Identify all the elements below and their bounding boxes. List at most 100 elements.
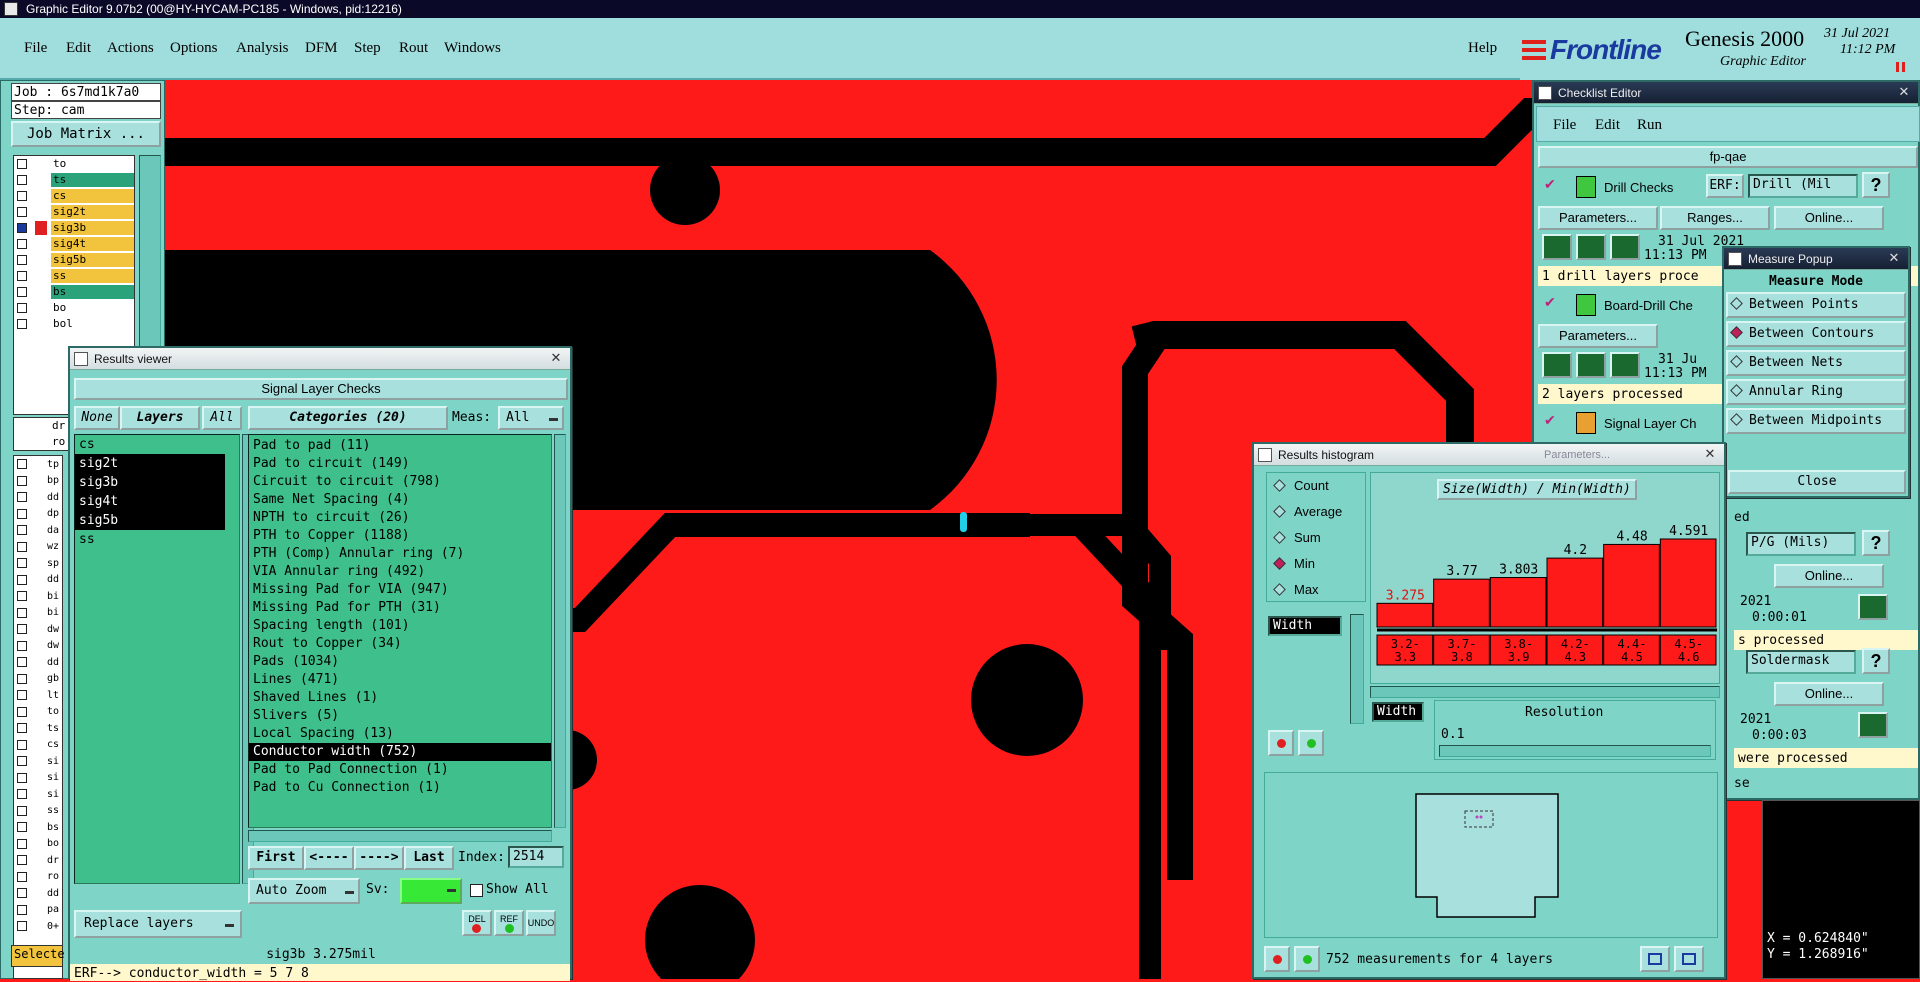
layer-checkbox[interactable] [17,271,27,281]
layer-item[interactable]: si [14,770,62,786]
layer-checkbox[interactable] [17,805,27,816]
zoom-icon[interactable] [1858,712,1888,738]
histogram-mode-option[interactable]: Max [1267,577,1365,603]
layer-item[interactable]: ro [14,869,62,885]
undo-button[interactable]: UNDO [526,910,556,936]
layer-item[interactable]: 0+ [14,918,62,934]
checklist-menu-edit[interactable]: Edit [1595,117,1620,134]
layer-checkbox[interactable] [17,624,27,634]
menu-options[interactable]: Options [170,40,218,57]
layer-item[interactable]: dr [14,852,62,868]
layer-checkbox[interactable] [17,255,27,265]
job-matrix-button[interactable]: Job Matrix ... [11,121,161,147]
category-item[interactable]: Pad to pad (11) [249,437,551,455]
measure-option[interactable]: Between Midpoints [1726,408,1906,434]
histogram-chart[interactable]: 3.275 3.2-3.3 3.77 3.7-3.8 3.803 3.8-3.9 4.2 4.… [1371,503,1721,683]
del-button[interactable]: DEL [462,910,492,936]
board-drill-label[interactable]: Board-Drill Che [1604,298,1693,313]
check-mark-icon[interactable]: ✔ [1544,176,1556,193]
layer-checkbox[interactable] [17,525,27,535]
replace-layers-dropdown[interactable]: Replace layers [74,910,242,938]
layer-item[interactable]: wz [14,539,62,555]
layer-item[interactable]: dw [14,638,62,654]
category-item[interactable]: Local Spacing (13) [249,725,551,743]
category-item[interactable]: PTH to Copper (1188) [249,527,551,545]
results-viewer-titlebar[interactable]: Results viewer ✕ [70,348,570,370]
layer-item[interactable]: si [14,786,62,802]
layer-item-sig2t[interactable]: sig2t [14,204,134,220]
layer-checkbox[interactable] [17,191,27,201]
layer-checkbox[interactable] [17,673,27,684]
index-field[interactable]: 2514 [508,846,564,868]
layer-item[interactable]: lt [14,687,62,703]
menu-actions[interactable]: Actions [107,40,154,57]
layer-item[interactable]: dd [14,885,62,901]
check-group-header[interactable]: Signal Layer Checks [74,378,568,400]
results-layer-item[interactable]: sig3b [75,473,225,492]
sv-color-dropdown[interactable] [400,878,462,904]
run-icon[interactable] [1576,352,1606,378]
prev-button[interactable]: <---- [304,846,354,870]
layer-item-to[interactable]: to [14,156,134,172]
first-button[interactable]: First [248,846,304,870]
results-layer-item[interactable]: ss [75,530,225,549]
auto-zoom-dropdown[interactable]: Auto Zoom [248,878,360,904]
checklist-menu-run[interactable]: Run [1637,117,1662,134]
category-item[interactable]: PTH (Comp) Annular ring (7) [249,545,551,563]
menu-edit[interactable]: Edit [66,40,91,57]
layer-checkbox[interactable] [17,888,27,898]
ref-button[interactable] [1298,730,1324,756]
measure-option[interactable]: Between Points [1726,292,1906,318]
layer-checkbox[interactable] [17,756,27,766]
resolution-slider[interactable] [1439,745,1711,757]
measure-titlebar[interactable]: Measure Popup ✕ [1724,248,1908,270]
histogram-mode-option[interactable]: Count [1267,473,1365,499]
drill-ranges-button[interactable]: Ranges... [1660,206,1770,230]
category-item[interactable]: Pads (1034) [249,653,551,671]
layer-item[interactable]: dd [14,572,62,588]
histogram-titlebar[interactable]: Results histogram Parameters... ✕ [1254,444,1724,466]
category-item[interactable]: Rout to Copper (34) [249,635,551,653]
layer-item[interactable]: si [14,753,62,769]
layer-checkbox[interactable] [17,838,27,849]
histogram-bar[interactable] [1376,602,1434,628]
check-mark-icon[interactable]: ✔ [1544,294,1556,311]
signal-layer-label[interactable]: Signal Layer Ch [1604,416,1697,431]
category-item[interactable]: Lines (471) [249,671,551,689]
layer-checkbox[interactable] [17,657,27,667]
results-layer-item[interactable]: sig4t [75,492,225,511]
layer-item[interactable]: cs [14,737,62,753]
help-button[interactable]: ? [1862,648,1890,674]
category-item[interactable]: Circuit to circuit (798) [249,473,551,491]
layer-item[interactable]: dp [14,506,62,522]
layer-checkbox[interactable] [17,475,27,486]
show-all-checkbox[interactable] [470,884,483,897]
layer-item-sig3b[interactable]: sig3b [14,220,134,236]
layer-checkbox[interactable] [17,319,27,329]
next-button[interactable]: ----> [354,846,404,870]
close-icon[interactable]: ✕ [1700,446,1720,462]
layer-item-sig4t[interactable]: sig4t [14,236,134,252]
layer-checkbox[interactable] [17,175,27,185]
layer-checkbox[interactable] [17,303,27,313]
measure-option[interactable]: Annular Ring [1726,379,1906,405]
layer-checkbox[interactable] [17,287,27,297]
layer-checkbox[interactable] [17,723,27,733]
layer-checkbox[interactable] [17,207,27,217]
drill-erf-field[interactable]: Drill (Mil [1748,174,1858,198]
menu-help[interactable]: Help [1468,40,1497,57]
measure-close-button[interactable]: Close [1728,470,1906,494]
layer-item[interactable]: da [14,522,62,538]
layer-item[interactable]: dw [14,621,62,637]
category-item[interactable]: VIA Annular ring (492) [249,563,551,581]
layer-item-ss[interactable]: ss [14,268,134,284]
ref-button[interactable]: REF [494,910,524,936]
histogram-mode-option[interactable]: Sum [1267,525,1365,551]
layer-checkbox[interactable] [17,904,27,915]
zoom-icon[interactable] [1858,594,1888,620]
field-scrollbar[interactable] [1350,614,1364,724]
layer-checkbox[interactable] [17,159,27,169]
layer-checkbox[interactable] [17,541,27,552]
results-layer-item[interactable]: sig2t [75,454,225,473]
pg-erf-field[interactable]: P/G (Mils) [1746,532,1856,556]
